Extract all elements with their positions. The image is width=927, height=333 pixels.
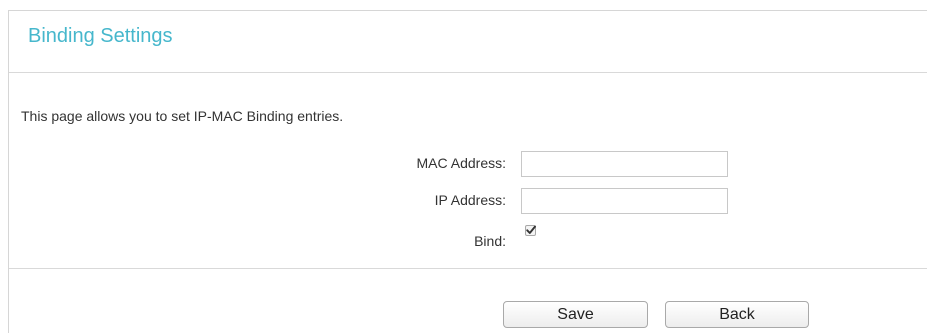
bind-label: Bind:	[474, 233, 506, 249]
title-divider	[9, 72, 927, 73]
mac-address-input[interactable]	[521, 151, 728, 177]
binding-settings-panel: Binding Settings This page allows you to…	[8, 10, 927, 333]
checkmark-icon	[526, 225, 536, 234]
back-button[interactable]: Back	[665, 301, 809, 328]
ip-address-label: IP Address:	[434, 192, 506, 208]
page-description: This page allows you to set IP-MAC Bindi…	[21, 108, 344, 124]
save-button[interactable]: Save	[503, 301, 648, 328]
bind-checkbox[interactable]	[525, 225, 536, 236]
ip-address-input[interactable]	[521, 188, 728, 214]
form-divider	[9, 268, 927, 269]
page-title: Binding Settings	[28, 25, 173, 47]
mac-address-label: MAC Address:	[416, 155, 506, 171]
